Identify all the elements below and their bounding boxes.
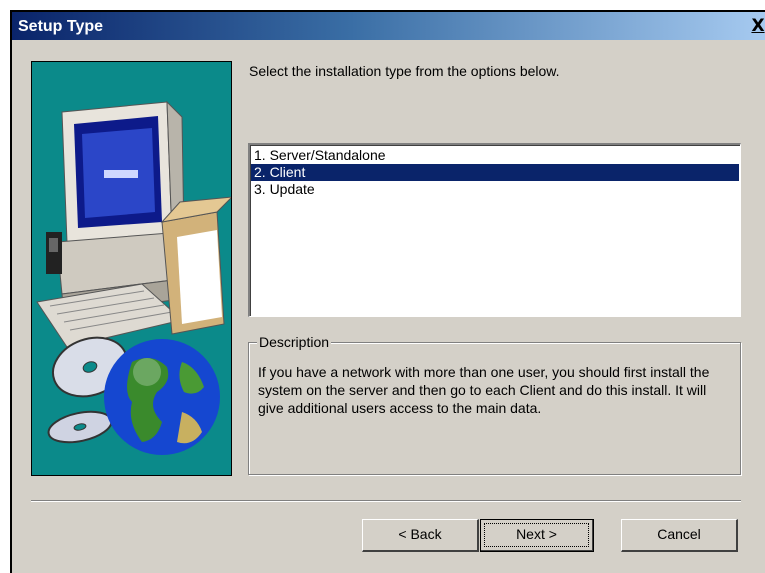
- description-legend: Description: [257, 334, 332, 350]
- description-text: If you have a network with more than one…: [258, 364, 710, 416]
- instruction-text: Select the installation type from the op…: [249, 63, 560, 79]
- list-item-client[interactable]: 2. Client: [251, 164, 739, 181]
- next-button-label: Next >: [516, 526, 557, 542]
- computer-illustration: [36, 100, 231, 455]
- title-bar[interactable]: Setup Type X: [12, 12, 765, 40]
- installation-type-list[interactable]: 1. Server/Standalone 2. Client 3. Update: [248, 143, 741, 317]
- back-button[interactable]: < Back: [362, 519, 479, 552]
- setup-graphic: [31, 61, 232, 476]
- description-groupbox: Description If you have a network with m…: [248, 334, 741, 475]
- list-item-server-standalone[interactable]: 1. Server/Standalone: [251, 147, 739, 164]
- list-item-update[interactable]: 3. Update: [251, 181, 739, 198]
- next-button[interactable]: Next >: [480, 519, 594, 552]
- globe-icon: [104, 339, 220, 455]
- close-button[interactable]: X: [749, 16, 765, 36]
- cancel-button[interactable]: Cancel: [621, 519, 738, 552]
- window-title: Setup Type: [18, 18, 104, 35]
- software-box-icon: [160, 196, 231, 335]
- button-separator: [31, 500, 741, 502]
